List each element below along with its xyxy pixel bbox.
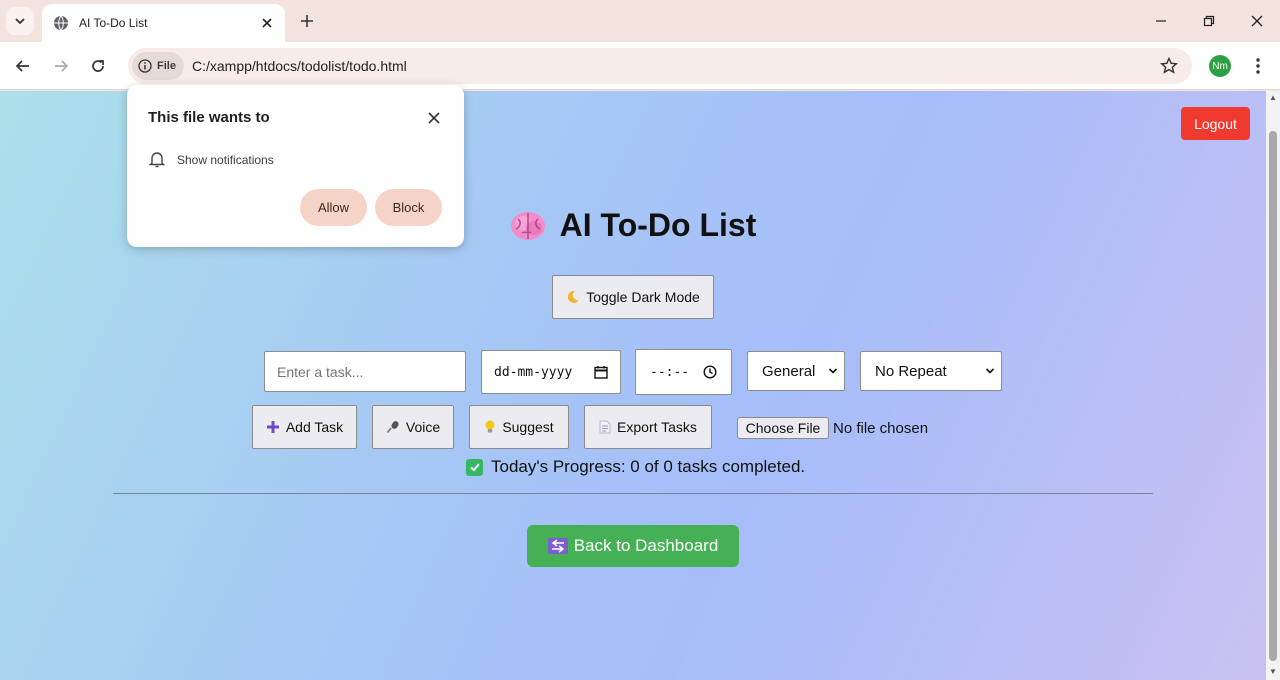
back-nav-button[interactable] (9, 52, 37, 80)
plus-icon (301, 15, 313, 27)
active-tab[interactable]: AI To-Do List (42, 4, 285, 42)
suggest-label: Suggest (502, 419, 554, 435)
tab-search-button[interactable] (6, 7, 34, 35)
plus-icon (266, 421, 279, 433)
tab-strip: AI To-Do List (0, 0, 1280, 42)
profile-avatar[interactable]: Nm (1209, 55, 1231, 77)
category-value: General (762, 362, 816, 380)
progress-text: Today's Progress: 0 of 0 tasks completed… (491, 457, 806, 476)
reload-button[interactable] (84, 52, 112, 80)
date-value: dd-mm-yyyy (494, 364, 573, 380)
url-text: C:/xampp/htdocs/todolist/todo.html (192, 58, 407, 74)
time-input[interactable]: --:-- (635, 349, 732, 395)
permission-text: Show notifications (177, 152, 274, 167)
restore-icon (1203, 15, 1215, 27)
chevron-down-icon (15, 18, 25, 25)
popup-close-icon[interactable] (425, 109, 443, 127)
arrow-right-icon (55, 60, 69, 72)
minimize-button[interactable] (1137, 0, 1185, 42)
popup-title: This file wants to (148, 109, 270, 126)
back-arrow-icon (547, 538, 568, 554)
back-to-dashboard-label: Back to Dashboard (573, 536, 719, 555)
reload-icon (92, 60, 104, 72)
file-status-text: No file chosen (833, 420, 929, 437)
more-vert-icon (1256, 58, 1260, 74)
lightbulb-icon (485, 420, 495, 433)
progress-status: Today's Progress: 0 of 0 tasks completed… (466, 457, 805, 477)
close-window-button[interactable] (1233, 0, 1280, 42)
block-button[interactable]: Block (375, 189, 442, 226)
chevron-down-icon (985, 368, 995, 374)
permission-row: Show notifications (149, 151, 274, 168)
voice-button[interactable]: Voice (372, 405, 454, 449)
moon-icon (568, 290, 580, 303)
divider (113, 493, 1153, 494)
scroll-thumb[interactable] (1269, 131, 1277, 661)
calendar-icon[interactable] (594, 365, 608, 379)
suggest-button[interactable]: Suggest (469, 405, 569, 449)
document-icon (599, 420, 611, 434)
tab-title: AI To-Do List (79, 16, 148, 30)
voice-label: Voice (405, 419, 441, 435)
export-tasks-button[interactable]: Export Tasks (584, 405, 712, 449)
new-tab-button[interactable] (294, 8, 320, 34)
bell-icon (149, 152, 165, 168)
bookmark-star-icon[interactable] (1160, 57, 1178, 75)
site-info-label: File (157, 60, 176, 72)
restore-button[interactable] (1185, 0, 1233, 42)
page-scrollbar[interactable]: ▲ ▼ (1266, 91, 1280, 680)
globe-icon (53, 15, 69, 31)
page-title-text: AI To-Do List (559, 207, 757, 243)
date-input[interactable]: dd-mm-yyyy (481, 350, 621, 394)
logout-button[interactable]: Logout (1181, 107, 1250, 140)
minimize-icon (1156, 20, 1166, 22)
add-task-button[interactable]: Add Task (252, 405, 357, 449)
export-tasks-label: Export Tasks (617, 419, 697, 435)
tab-close-icon[interactable] (258, 14, 276, 32)
category-select[interactable]: General (747, 351, 845, 391)
repeat-select[interactable]: No Repeat (860, 351, 1002, 391)
notification-permission-popup: This file wants to Show notifications Al… (127, 85, 464, 247)
info-icon (138, 59, 152, 73)
repeat-value: No Repeat (875, 362, 947, 380)
chevron-down-icon (828, 368, 838, 374)
scroll-down-icon[interactable]: ▼ (1268, 667, 1278, 677)
clock-icon[interactable] (703, 365, 717, 379)
task-input[interactable]: Enter a task... (264, 351, 466, 392)
brain-icon (510, 211, 545, 240)
toggle-dark-mode-button[interactable]: Toggle Dark Mode (552, 275, 714, 319)
site-info-chip[interactable]: File (132, 52, 184, 80)
allow-button[interactable]: Allow (300, 189, 367, 226)
add-task-label: Add Task (285, 419, 344, 435)
address-bar[interactable]: File C:/xampp/htdocs/todolist/todo.html (128, 48, 1192, 84)
microphone-icon (386, 421, 399, 434)
page-title: AI To-Do List (510, 207, 757, 244)
forward-nav-button[interactable] (47, 52, 75, 80)
choose-file-button[interactable]: Choose File (737, 417, 829, 439)
back-to-dashboard-button[interactable]: Back to Dashboard (527, 525, 739, 567)
browser-toolbar: File C:/xampp/htdocs/todolist/todo.html … (0, 42, 1280, 90)
toggle-dark-mode-label: Toggle Dark Mode (586, 289, 700, 305)
browser-menu-button[interactable] (1248, 56, 1268, 76)
scroll-up-icon[interactable]: ▲ (1268, 93, 1278, 103)
time-value: --:-- (650, 364, 690, 380)
close-icon (1251, 15, 1263, 27)
check-mark-icon (466, 458, 483, 476)
arrow-left-icon (15, 60, 29, 72)
